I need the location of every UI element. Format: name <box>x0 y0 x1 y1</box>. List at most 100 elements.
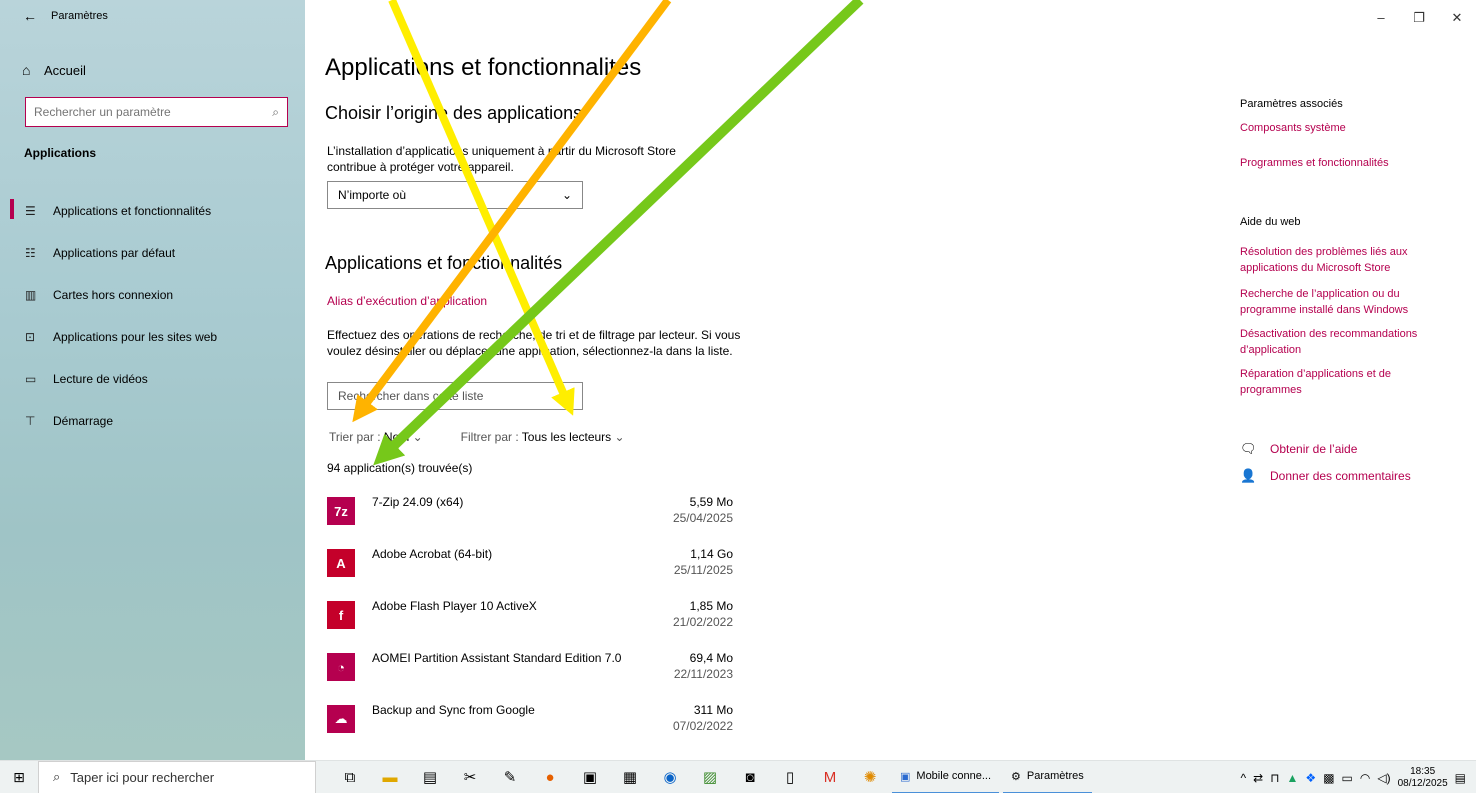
taskbar-app-mobile[interactable]: ▣ Mobile conne... <box>892 761 1000 793</box>
clock-date: 08/12/2025 <box>1397 777 1448 789</box>
taskbar-app-settings-label: Paramètres <box>1026 770 1084 782</box>
gmail-icon[interactable]: M <box>812 763 848 791</box>
web-help-title: Aide du web <box>1240 216 1301 228</box>
screen-icon[interactable]: ▣ <box>572 763 608 791</box>
wifi-icon[interactable]: ◠ <box>1360 771 1370 785</box>
app-list-item[interactable]: 7z 7-Zip 24.09 (x64) 5,59 Mo 25/04/2025 <box>325 488 733 540</box>
notepad-icon[interactable]: ▤ <box>412 763 448 791</box>
sidebar-item-label: Lecture de vidéos <box>53 372 148 386</box>
main-content: Applications et fonctionnalités Choisir … <box>325 0 1185 760</box>
battery-icon[interactable]: ▭ <box>1342 771 1353 785</box>
feedback-link[interactable]: 👤 Donner des commentaires <box>1240 468 1411 484</box>
sort-filter-row: Trier par : Nom ⌄ Filtrer par : Tous les… <box>329 430 625 444</box>
app-size: 311 Mo <box>693 703 733 717</box>
sidebar-item-startup[interactable]: ⊤ Démarrage <box>0 400 305 442</box>
dropbox-icon[interactable]: ❖ <box>1305 771 1316 785</box>
sort-value: Nom <box>383 430 410 444</box>
app-name: Backup and Sync from Google <box>372 703 535 717</box>
sidebar-item-default-apps[interactable]: ☷ Applications par défaut <box>0 232 305 274</box>
map-icon: ▥ <box>25 288 37 302</box>
taskbar-search[interactable]: ⌕ Taper ici pour rechercher <box>38 760 316 793</box>
close-button[interactable]: ✕ <box>1438 0 1476 32</box>
get-help-link[interactable]: 🗨 Obtenir de l’aide <box>1240 441 1357 457</box>
volume-icon[interactable]: ◁) <box>1377 771 1390 785</box>
tray-app-icon[interactable]: ▩ <box>1323 771 1334 785</box>
home-icon: ⌂ <box>22 62 31 78</box>
chevron-down-icon: ⌄ <box>412 430 423 444</box>
network-share-icon[interactable]: ⇄ <box>1253 771 1263 785</box>
app-date: 21/02/2022 <box>672 615 733 629</box>
sidebar-item-offline-maps[interactable]: ▥ Cartes hors connexion <box>0 274 305 316</box>
notification-icon[interactable]: ▤ <box>1455 771 1466 785</box>
clock-time: 18:35 <box>1410 765 1436 777</box>
app-size: 1,14 Go <box>690 547 733 561</box>
gear-icon: ⚙ <box>1011 770 1021 783</box>
image-app-icon[interactable]: ▨ <box>692 763 728 791</box>
app-date: 25/04/2025 <box>672 511 733 525</box>
source-select[interactable]: N’importe où ⌄ <box>327 181 583 209</box>
sidebar-item-video[interactable]: ▭ Lecture de vidéos <box>0 358 305 400</box>
restore-button[interactable]: ❐ <box>1400 0 1438 32</box>
firefox-icon[interactable]: ● <box>532 763 568 791</box>
home-link[interactable]: ⌂ Accueil <box>22 62 86 78</box>
app-list-item[interactable]: f Adobe Flash Player 10 ActiveX 1,85 Mo 21/… <box>325 592 733 644</box>
paint-icon[interactable]: ✎ <box>492 763 528 791</box>
title-bar: ← Paramètres <box>0 0 305 32</box>
search-icon[interactable]: ⌕ <box>272 105 279 120</box>
web-link-repair-apps[interactable]: Réparation d’applications et de programm… <box>1240 366 1440 398</box>
google-drive-icon[interactable]: ▲ <box>1287 771 1299 785</box>
back-arrow-icon[interactable]: ← <box>15 8 45 24</box>
settings-search-input[interactable] <box>34 105 273 119</box>
startup-icon: ⊤ <box>25 414 36 428</box>
sidebar-item-apps-features[interactable]: ☰ Applications et fonctionnalités <box>0 190 305 232</box>
filter-value: Tous les lecteurs <box>521 430 612 444</box>
window-title: Paramètres <box>51 10 108 22</box>
sort-label: Trier par : <box>329 430 381 444</box>
feedback-person-icon: 👤 <box>1240 468 1257 483</box>
document-icon[interactable]: ▯ <box>772 763 808 791</box>
taskbar: ⊞ ⌕ Taper ici pour rechercher ⧉ ▬ ▤ ✂ ✎ … <box>0 760 1476 793</box>
windows-start-icon[interactable]: ⊞ <box>0 769 38 786</box>
app-icon[interactable]: ✺ <box>852 763 888 791</box>
get-help-label: Obtenir de l’aide <box>1270 442 1358 456</box>
chevron-up-icon[interactable]: ^ <box>1240 771 1246 785</box>
sidebar-item-label: Applications et fonctionnalités <box>53 204 212 218</box>
sidebar: ← Paramètres ⌂ Accueil ⌕ Applications ☰ … <box>0 0 305 760</box>
taskbar-search-placeholder: Taper ici pour rechercher <box>70 769 215 785</box>
sort-control[interactable]: Trier par : Nom ⌄ <box>329 430 423 444</box>
list-search-input[interactable]: Rechercher dans cette liste <box>327 382 583 410</box>
filter-label: Filtrer par : <box>460 430 519 444</box>
app-list-item[interactable]: ☁ Backup and Sync from Google 311 Mo 07/02/… <box>325 696 733 748</box>
sidebar-item-web-apps[interactable]: ⊡ Applications pour les sites web <box>0 316 305 358</box>
related-link-programs-features[interactable]: Programmes et fonctionnalités <box>1240 155 1389 171</box>
filter-control[interactable]: Filtrer par : Tous les lecteurs ⌄ <box>461 430 625 444</box>
app-icon: ☁ <box>327 705 355 733</box>
app-list-item[interactable]: ◔ AOMEI Partition Assistant Standard Edit… <box>325 644 733 696</box>
app-count: 94 application(s) trouvée(s) <box>327 461 473 475</box>
calculator-icon[interactable]: ▦ <box>612 763 648 791</box>
clock[interactable]: 18:35 08/12/2025 <box>1398 766 1448 790</box>
web-link-store-troubleshoot[interactable]: Résolution des problèmes liés aux applic… <box>1240 244 1450 276</box>
web-link-find-app[interactable]: Recherche de l’application ou du program… <box>1240 286 1450 318</box>
app-name: 7-Zip 24.09 (x64) <box>372 495 464 509</box>
taskbar-app-settings[interactable]: ⚙ Paramètres <box>1003 761 1092 793</box>
chevron-down-icon: ⌄ <box>614 430 625 444</box>
app-icon: A <box>327 549 355 577</box>
alias-link[interactable]: Alias d’exécution d’application <box>327 293 487 309</box>
app-size: 5,59 Mo <box>689 495 733 509</box>
system-tray: ^ ⇄ ⊓ ▲ ❖ ▩ ▭ ◠ ◁) 18:35 08/12/2025 ▤ <box>1240 761 1476 793</box>
web-link-disable-recommendations[interactable]: Désactivation des recommandations d’appl… <box>1240 326 1455 358</box>
minimize-button[interactable]: – <box>1362 0 1400 32</box>
app-list-item[interactable]: A Adobe Acrobat (64-bit) 1,14 Go 25/11/2025 <box>325 540 733 592</box>
file-explorer-icon[interactable]: ▬ <box>372 763 408 791</box>
task-view-icon[interactable]: ⧉ <box>332 763 368 791</box>
help-chat-icon: 🗨 <box>1240 441 1257 456</box>
filter-description: Effectuez des opérations de recherche, d… <box>327 328 741 358</box>
usb-icon[interactable]: ⊓ <box>1270 771 1279 785</box>
app-size: 69,4 Mo <box>689 651 733 665</box>
settings-search[interactable]: ⌕ <box>25 97 288 127</box>
related-link-system-components[interactable]: Composants système <box>1240 120 1346 136</box>
snipping-tool-icon[interactable]: ✂ <box>452 763 488 791</box>
camera-icon[interactable]: ◙ <box>732 763 768 791</box>
outlook-icon[interactable]: ◉ <box>652 763 688 791</box>
